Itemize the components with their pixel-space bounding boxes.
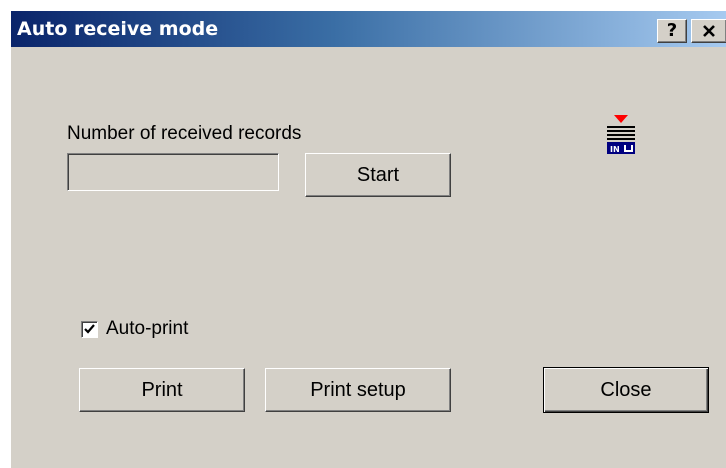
title-close-button[interactable] bbox=[691, 19, 726, 43]
start-button[interactable]: Start bbox=[305, 153, 451, 197]
print-button[interactable]: Print bbox=[79, 368, 245, 412]
print-setup-button[interactable]: Print setup bbox=[265, 368, 451, 412]
receive-icon-text: IN bbox=[610, 145, 620, 154]
receive-in-icon: IN bbox=[601, 113, 641, 157]
auto-receive-dialog: Auto receive mode ? Number of received r… bbox=[10, 10, 726, 468]
received-records-field[interactable] bbox=[67, 153, 279, 191]
checkmark-icon bbox=[84, 323, 95, 334]
window-title: Auto receive mode bbox=[17, 18, 219, 40]
auto-print-option[interactable]: Auto-print bbox=[81, 317, 188, 341]
close-button[interactable]: Close bbox=[543, 367, 709, 413]
auto-print-label: Auto-print bbox=[106, 318, 189, 339]
close-icon bbox=[703, 25, 715, 37]
auto-print-checkbox[interactable] bbox=[81, 320, 98, 338]
received-records-label: Number of received records bbox=[67, 123, 302, 144]
title-bar[interactable]: Auto receive mode ? bbox=[11, 11, 726, 47]
help-button[interactable]: ? bbox=[657, 19, 687, 43]
